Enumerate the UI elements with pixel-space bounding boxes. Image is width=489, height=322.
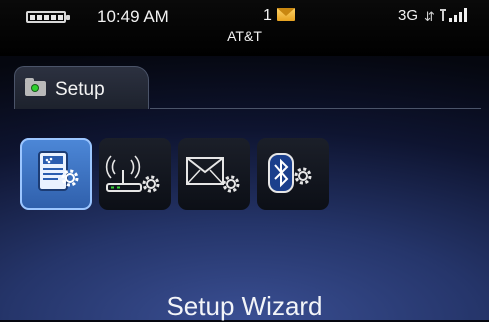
network-type: 3G (398, 7, 419, 24)
wireless-network-setup-icon[interactable] (99, 138, 171, 210)
selected-item-title: Setup Wizard (166, 291, 323, 321)
clock-time: 10:49 AM (97, 7, 169, 26)
tab-divider (150, 108, 481, 109)
status-bar: 10:49 AM 1 AT&T 3G ⇵ (0, 0, 489, 56)
folder-tab-strip: Setup (0, 66, 489, 110)
message-envelope-icon (277, 8, 295, 21)
setup-wizard-icon[interactable] (20, 138, 92, 210)
folder-icon (25, 78, 46, 96)
tab-setup[interactable]: Setup (14, 66, 149, 109)
tab-label: Setup (55, 79, 105, 100)
email-setup-icon[interactable] (178, 138, 250, 210)
message-count: 1 (263, 7, 272, 24)
bluetooth-setup-icon[interactable] (257, 138, 329, 210)
signal-bars-icon (449, 8, 469, 22)
battery-icon (26, 11, 70, 23)
carrier-name: AT&T (227, 28, 262, 44)
data-arrows-icon: ⇵ (424, 9, 435, 24)
signal-antenna-icon (440, 9, 446, 21)
